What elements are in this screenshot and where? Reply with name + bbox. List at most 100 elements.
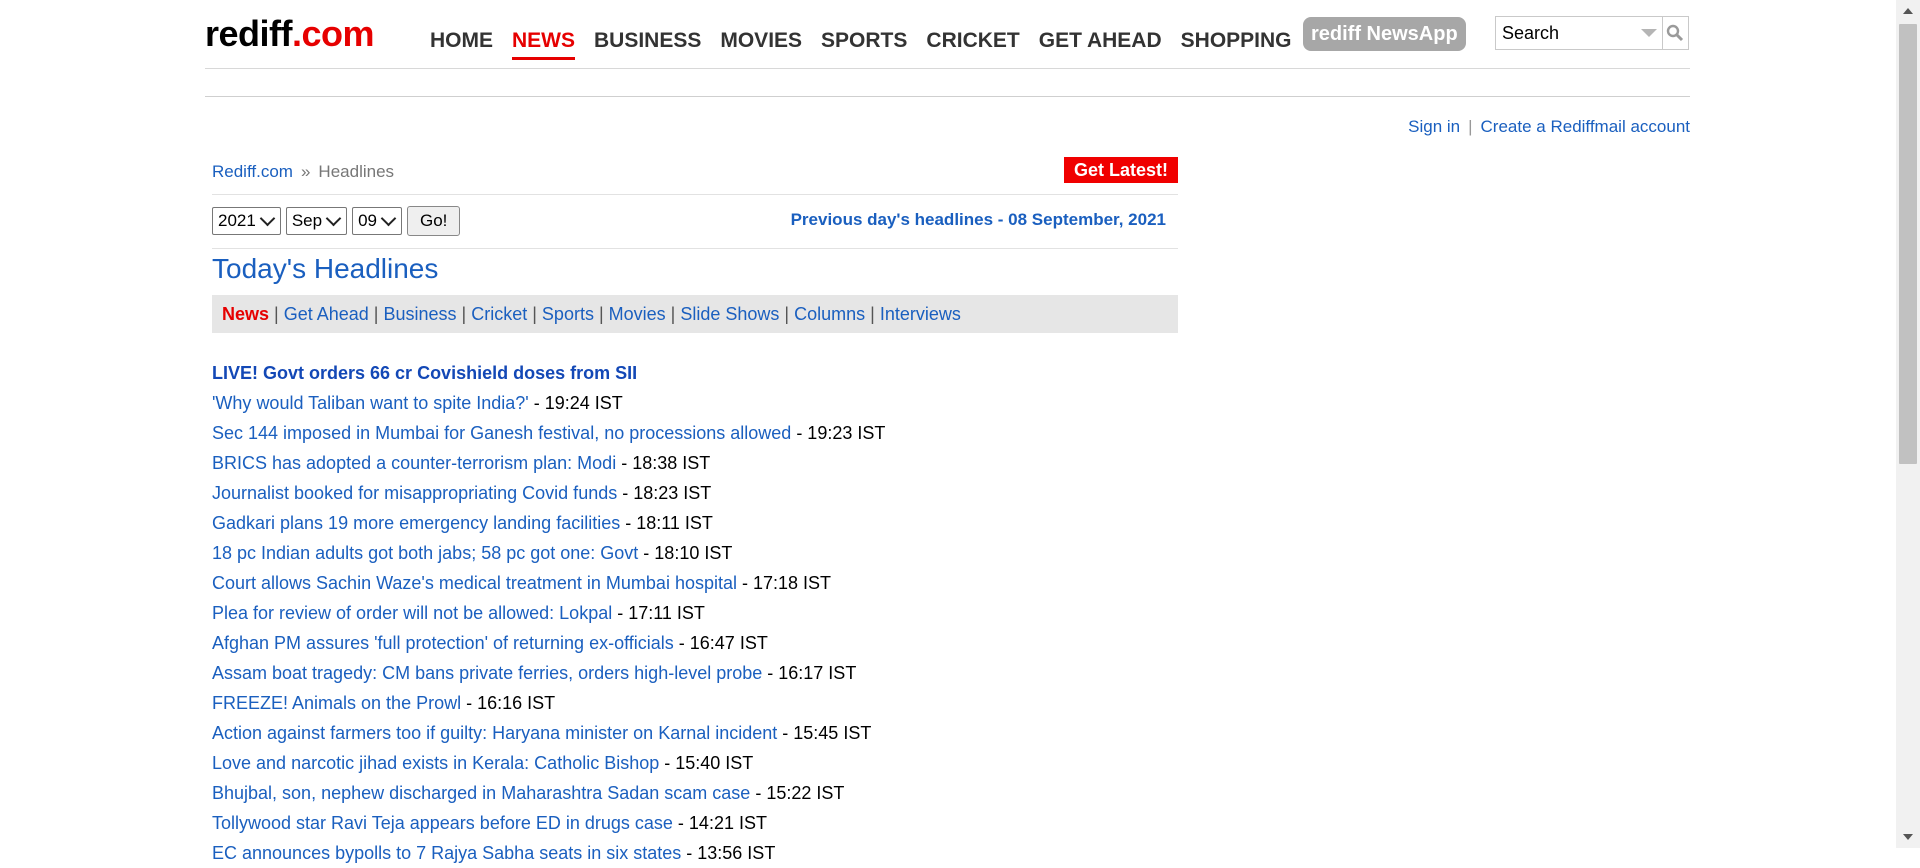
search-input[interactable] xyxy=(1496,17,1636,49)
page-title: Today's Headlines xyxy=(212,253,439,284)
list-item: 'Why would Taliban want to spite India?'… xyxy=(212,388,1178,418)
list-item: Journalist booked for misappropriating C… xyxy=(212,478,1178,508)
chevron-down-icon xyxy=(259,210,276,227)
headline-time: - 15:22 IST xyxy=(750,783,845,803)
list-item: EC announces bypolls to 7 Rajya Sabha se… xyxy=(212,838,1178,868)
tab-business[interactable]: Business xyxy=(383,304,456,325)
headline-time: - 16:47 IST xyxy=(673,633,768,653)
nav-news[interactable]: NEWS xyxy=(512,28,575,60)
main-nav: HOME NEWS BUSINESS MOVIES SPORTS CRICKET… xyxy=(430,28,1311,60)
list-item: FREEZE! Animals on the Prowl - 16:16 IST xyxy=(212,688,1178,718)
breadcrumb-separator: » xyxy=(300,162,311,181)
day-select[interactable]: 09 xyxy=(352,207,402,235)
breadcrumb-current: Headlines xyxy=(318,162,395,181)
headline-link[interactable]: Afghan PM assures 'full protection' of r… xyxy=(212,633,674,653)
dropdown-arrow-icon xyxy=(1640,29,1657,37)
list-item: Sec 144 imposed in Mumbai for Ganesh fes… xyxy=(212,418,1178,448)
chevron-down-icon xyxy=(325,210,342,227)
headline-link[interactable]: Sec 144 imposed in Mumbai for Ganesh fes… xyxy=(212,423,791,443)
date-form: 2021 Sep 09 Go! xyxy=(212,206,461,236)
headline-link[interactable]: EC announces bypolls to 7 Rajya Sabha se… xyxy=(212,843,681,863)
list-item: 18 pc Indian adults got both jabs; 58 pc… xyxy=(212,538,1178,568)
headline-time: - 18:11 IST xyxy=(620,513,713,533)
headline-time: - 18:23 IST xyxy=(617,483,712,503)
headline-link[interactable]: 'Why would Taliban want to spite India?' xyxy=(212,393,529,413)
scroll-up-arrow-icon[interactable] xyxy=(1903,8,1913,14)
search-button[interactable] xyxy=(1661,17,1689,49)
previous-day-link[interactable]: Previous day's headlines - 08 September,… xyxy=(791,210,1166,230)
headline-time: - 13:56 IST xyxy=(681,843,776,863)
go-button[interactable]: Go! xyxy=(407,206,461,236)
scroll-down-arrow-icon[interactable] xyxy=(1903,834,1913,840)
get-latest-button[interactable]: Get Latest! xyxy=(1063,157,1178,183)
month-value: Sep xyxy=(291,211,323,230)
headline-link[interactable]: Action against farmers too if guilty: Ha… xyxy=(212,723,777,743)
tab-cricket[interactable]: Cricket xyxy=(471,304,527,325)
tab-sports[interactable]: Sports xyxy=(542,304,594,325)
headline-link[interactable]: Bhujbal, son, nephew discharged in Mahar… xyxy=(212,783,750,803)
headline-time: - 16:16 IST xyxy=(461,693,556,713)
headline-time: - 19:23 IST xyxy=(791,423,886,443)
tab-news[interactable]: News xyxy=(222,304,269,325)
headline-link[interactable]: Assam boat tragedy: CM bans private ferr… xyxy=(212,663,762,683)
nav-get-ahead[interactable]: GET AHEAD xyxy=(1039,28,1162,60)
scrollbar-thumb[interactable] xyxy=(1899,24,1917,464)
logo-suffix: .com xyxy=(292,13,375,54)
headline-time: - 17:18 IST xyxy=(737,573,832,593)
vertical-scrollbar[interactable] xyxy=(1896,0,1920,848)
lead-headline-link[interactable]: LIVE! Govt orders 66 cr Covishield doses… xyxy=(212,363,637,383)
tab-separator: | xyxy=(532,303,537,324)
headline-link[interactable]: Journalist booked for misappropriating C… xyxy=(212,483,617,503)
divider xyxy=(212,248,1178,249)
create-account-link[interactable]: Create a Rediffmail account xyxy=(1481,117,1690,136)
newsapp-button[interactable]: rediff NewsApp xyxy=(1303,17,1466,51)
list-item: Tollywood star Ravi Teja appears before … xyxy=(212,808,1178,838)
headline-link[interactable]: Gadkari plans 19 more emergency landing … xyxy=(212,513,620,533)
nav-cricket[interactable]: CRICKET xyxy=(926,28,1019,60)
headline-link[interactable]: Court allows Sachin Waze's medical treat… xyxy=(212,573,737,593)
search-dropdown[interactable] xyxy=(1636,17,1662,49)
sign-in-link[interactable]: Sign in xyxy=(1408,117,1460,136)
headline-time: - 15:45 IST xyxy=(777,723,872,743)
search-box xyxy=(1495,16,1689,50)
lead-headline: LIVE! Govt orders 66 cr Covishield doses… xyxy=(212,358,1178,388)
month-select[interactable]: Sep xyxy=(285,207,348,235)
breadcrumb-home[interactable]: Rediff.com xyxy=(212,162,293,181)
tab-separator: | xyxy=(461,303,467,324)
list-item: Afghan PM assures 'full protection' of r… xyxy=(212,628,1178,658)
list-item: Action against farmers too if guilty: Ha… xyxy=(212,718,1178,748)
chevron-down-icon xyxy=(380,210,397,227)
headline-link[interactable]: BRICS has adopted a counter-terrorism pl… xyxy=(212,453,616,473)
tab-slide-shows[interactable]: Slide Shows xyxy=(680,304,779,325)
nav-home[interactable]: HOME xyxy=(430,28,493,60)
tab-separator: | xyxy=(670,303,676,324)
rediff-logo[interactable]: rediff.com xyxy=(205,13,375,54)
headline-link[interactable]: FREEZE! Animals on the Prowl xyxy=(212,693,461,713)
headline-time: - 16:17 IST xyxy=(762,663,857,683)
headline-time: - 18:38 IST xyxy=(616,453,711,473)
headline-link[interactable]: 18 pc Indian adults got both jabs; 58 pc… xyxy=(212,543,638,563)
header-divider xyxy=(205,68,1690,69)
headline-link[interactable]: Tollywood star Ravi Teja appears before … xyxy=(212,813,673,833)
headline-time: - 18:10 IST xyxy=(638,543,733,563)
tab-separator: | xyxy=(870,303,875,324)
account-links: Sign in | Create a Rediffmail account xyxy=(1408,117,1690,137)
nav-movies[interactable]: MOVIES xyxy=(720,28,802,60)
logo-text: rediff xyxy=(205,13,293,54)
tab-interviews[interactable]: Interviews xyxy=(880,304,961,325)
list-item: Court allows Sachin Waze's medical treat… xyxy=(212,568,1178,598)
list-item: Assam boat tragedy: CM bans private ferr… xyxy=(212,658,1178,688)
nav-business[interactable]: BUSINESS xyxy=(594,28,701,60)
headline-time: - 14:21 IST xyxy=(672,813,767,833)
nav-sports[interactable]: SPORTS xyxy=(821,28,907,60)
year-select[interactable]: 2021 xyxy=(212,207,281,235)
headline-time: - 19:24 IST xyxy=(528,393,623,413)
tab-separator: | xyxy=(274,303,279,324)
tab-movies[interactable]: Movies xyxy=(609,304,666,325)
headline-link[interactable]: Love and narcotic jihad exists in Kerala… xyxy=(212,753,659,773)
headline-link[interactable]: Plea for review of order will not be all… xyxy=(212,603,612,623)
nav-shopping[interactable]: SHOPPING xyxy=(1181,28,1292,60)
divider xyxy=(212,194,1178,195)
tab-get-ahead[interactable]: Get Ahead xyxy=(284,304,369,325)
tab-columns[interactable]: Columns xyxy=(794,304,865,325)
